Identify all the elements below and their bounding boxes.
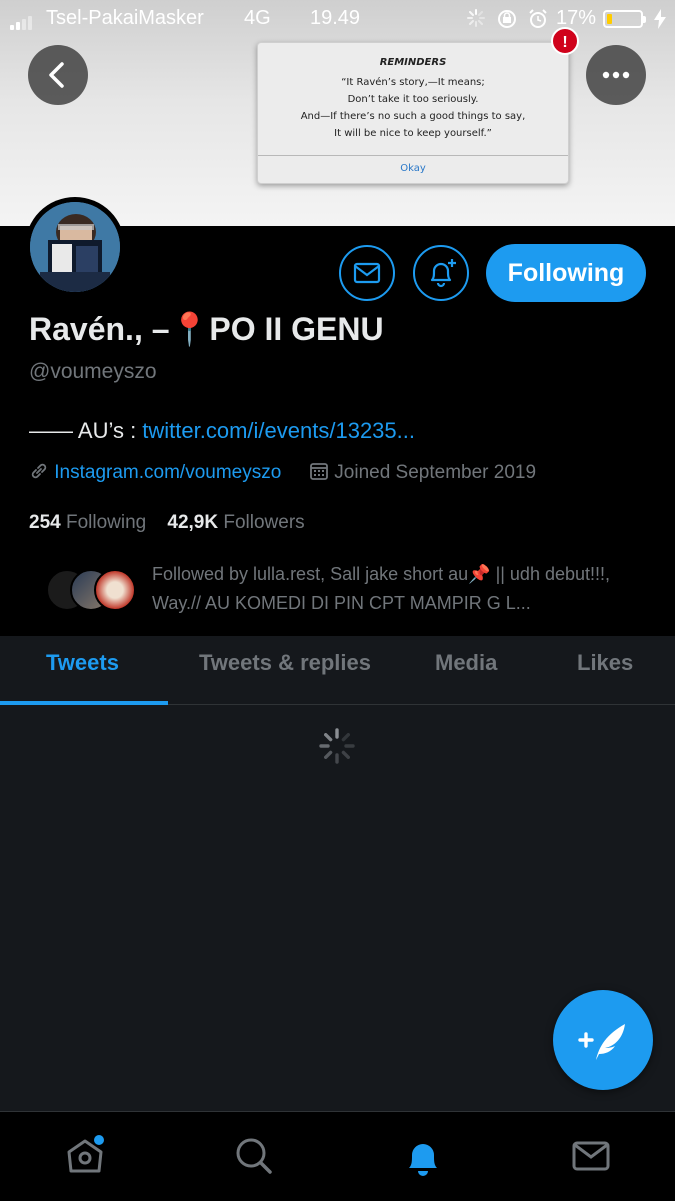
network-type: 4G bbox=[244, 7, 271, 29]
notification-button[interactable] bbox=[413, 245, 469, 301]
profile-bio: —— AU’s : twitter.com/i/events/13235... bbox=[29, 418, 415, 444]
avatar-photo-icon bbox=[30, 202, 120, 292]
tab-tweets-replies[interactable]: Tweets & replies bbox=[199, 650, 371, 676]
reminder-line: It will be nice to keep yourself.” bbox=[334, 128, 492, 139]
nav-notifications[interactable] bbox=[401, 1134, 445, 1178]
envelope-icon bbox=[353, 262, 381, 284]
clock: 19.49 bbox=[310, 7, 361, 29]
spinner-icon bbox=[319, 728, 355, 764]
more-icon bbox=[602, 71, 630, 79]
home-icon bbox=[67, 1135, 104, 1173]
notifications-icon bbox=[409, 1144, 437, 1176]
website-link[interactable]: Instagram.com/voumeyszo bbox=[54, 462, 281, 483]
follow-counts: 254 Following 42,9K Followers bbox=[29, 512, 305, 534]
more-button[interactable] bbox=[586, 45, 646, 105]
alert-badge: ! bbox=[551, 27, 579, 55]
compose-tweet-button[interactable] bbox=[553, 990, 653, 1090]
bottom-navigation bbox=[0, 1111, 675, 1201]
following-count-link[interactable]: 254 Following bbox=[29, 512, 146, 533]
following-count: 254 bbox=[29, 512, 61, 533]
followers-count-link[interactable]: 42,9K Followers bbox=[167, 512, 304, 533]
loading-icon bbox=[466, 8, 486, 34]
divider bbox=[258, 155, 568, 156]
joined-text: Joined September 2019 bbox=[334, 462, 537, 483]
reminder-title: REMINDERS bbox=[379, 57, 447, 68]
message-button[interactable] bbox=[339, 245, 395, 301]
following-label: Following bbox=[65, 512, 147, 533]
link-icon bbox=[31, 463, 47, 479]
followers-label: Followers bbox=[223, 512, 305, 533]
website: Instagram.com/voumeyszo bbox=[29, 461, 281, 484]
avatar[interactable] bbox=[25, 197, 125, 297]
following-button[interactable]: Following bbox=[486, 244, 646, 302]
back-button[interactable] bbox=[28, 45, 88, 105]
reminder-line: “It Ravén’s story,—It means; bbox=[341, 77, 485, 88]
reminder-okay-label: Okay bbox=[400, 163, 426, 174]
followed-by[interactable]: Followed by lulla.rest, Sall jake short … bbox=[152, 560, 632, 618]
active-tab-indicator bbox=[0, 701, 168, 705]
compose-tweet-icon bbox=[578, 1024, 625, 1060]
loading-spinner bbox=[318, 727, 356, 770]
calendar-icon bbox=[310, 463, 328, 480]
carrier-name: Tsel-PakaiMasker bbox=[46, 7, 204, 29]
messages-icon bbox=[572, 1141, 610, 1171]
charging-icon bbox=[654, 9, 666, 35]
search-icon bbox=[236, 1138, 272, 1174]
tab-tweets[interactable]: Tweets bbox=[46, 650, 119, 676]
profile-name: Ravén., –📍PO II GENU bbox=[29, 311, 384, 347]
back-arrow-icon bbox=[49, 62, 64, 88]
rotation-lock-icon bbox=[496, 8, 518, 36]
join-date: Joined September 2019 bbox=[309, 461, 536, 484]
nav-home[interactable] bbox=[63, 1134, 107, 1178]
signal-icon bbox=[10, 7, 34, 30]
reminder-line: Don’t take it too seriously. bbox=[347, 94, 479, 105]
battery-level bbox=[607, 14, 612, 24]
reminder-card: REMINDERS “It Ravén’s story,—It means; D… bbox=[257, 42, 569, 184]
bio-text: —— AU’s : bbox=[29, 418, 143, 443]
bio-link[interactable]: twitter.com/i/events/13235... bbox=[142, 418, 415, 443]
bell-plus-icon bbox=[430, 259, 456, 288]
tab-media[interactable]: Media bbox=[435, 650, 497, 676]
nav-search[interactable] bbox=[232, 1134, 276, 1178]
reminder-line: And—If there’s no such a good things to … bbox=[300, 111, 526, 122]
follower-avatar bbox=[94, 569, 136, 611]
tab-likes[interactable]: Likes bbox=[577, 650, 633, 676]
alarm-icon bbox=[527, 8, 549, 36]
nav-messages[interactable] bbox=[569, 1134, 613, 1178]
battery-icon bbox=[603, 10, 646, 28]
followers-count: 42,9K bbox=[167, 512, 219, 533]
profile-handle: @voumeyszo bbox=[29, 360, 157, 383]
